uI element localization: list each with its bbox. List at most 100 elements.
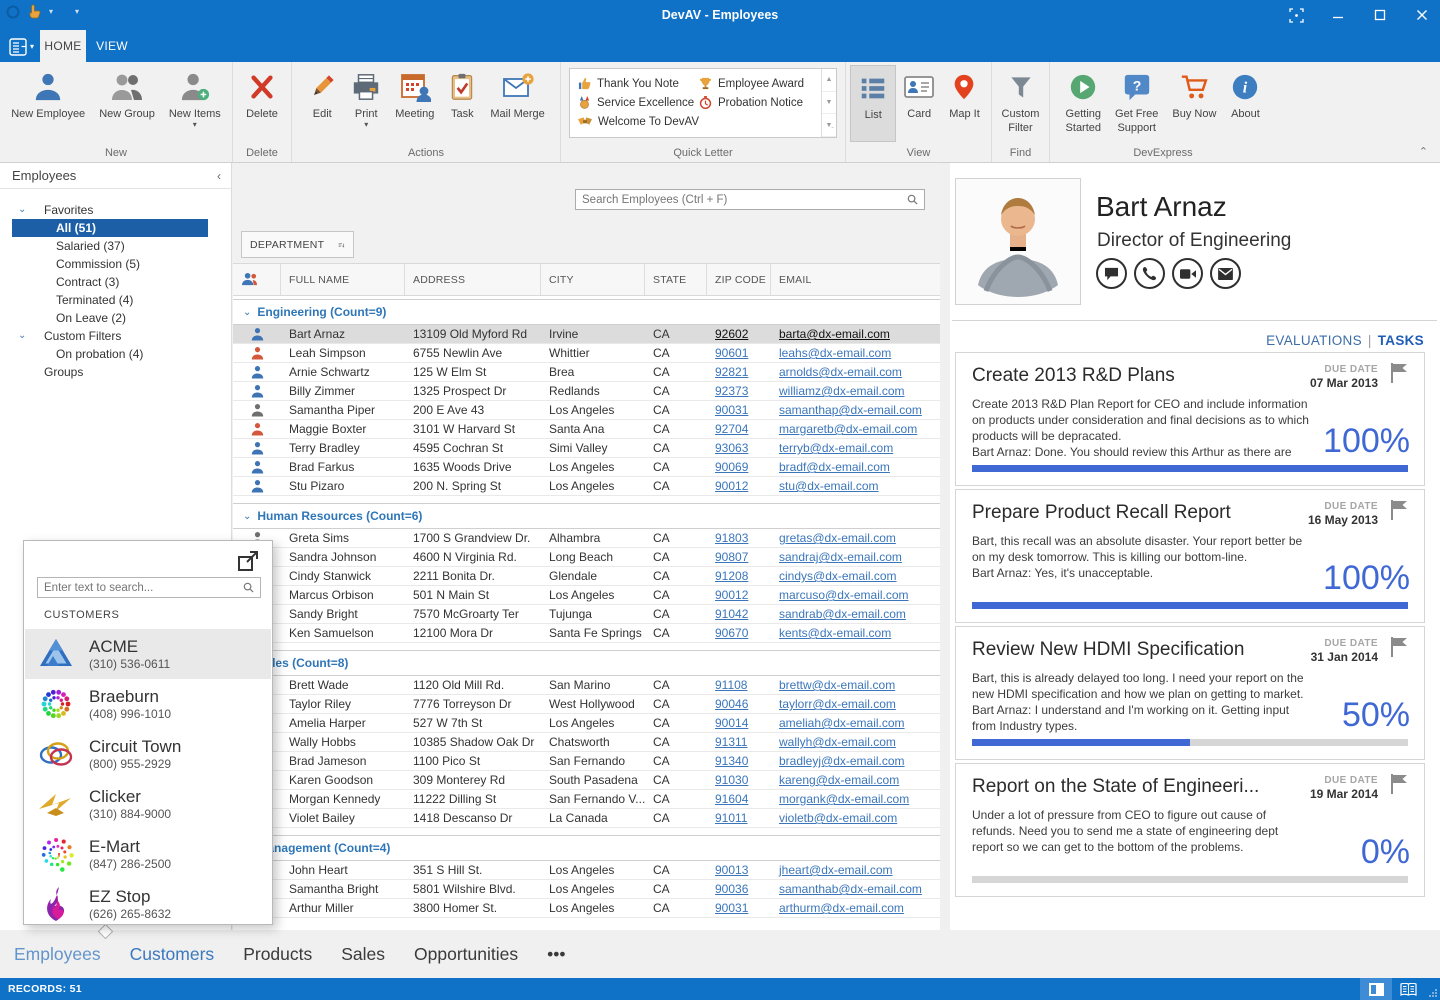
email-link[interactable]: brettw@dx-email.com: [779, 678, 895, 692]
quick-letter-item[interactable]: Probation Notice: [699, 93, 819, 112]
custom-filter-button[interactable]: Custom Filter: [995, 65, 1047, 142]
card-view-button[interactable]: Card: [896, 65, 942, 142]
search-input[interactable]: [576, 194, 901, 206]
sidebar-item-terminated-4-[interactable]: Terminated (4): [0, 291, 231, 309]
tab-tasks[interactable]: TASKS: [1378, 333, 1424, 348]
table-row[interactable]: Wally Hobbs10385 Shadow Oak DrChatsworth…: [233, 733, 940, 752]
group-row[interactable]: ⌄Human Resources (Count=6): [233, 503, 940, 529]
zip-link[interactable]: 90036: [715, 882, 748, 896]
chevron-down-icon[interactable]: ⌄: [243, 307, 251, 318]
email-link[interactable]: bradleyj@dx-email.com: [779, 754, 905, 768]
mail-merge-button[interactable]: Mail Merge: [483, 65, 551, 142]
email-link[interactable]: marcuso@dx-email.com: [779, 588, 909, 602]
chevron-down-icon[interactable]: ⌄: [243, 511, 251, 522]
module-tab-customers[interactable]: Customers: [130, 944, 215, 965]
customer-item-acme[interactable]: ACME(310) 536-0611: [25, 629, 271, 679]
zip-link[interactable]: 90012: [715, 588, 748, 602]
customer-item-braeburn[interactable]: Braeburn(408) 996-1010: [25, 679, 271, 729]
table-row[interactable]: Taylor Riley7776 Torreyson DrWest Hollyw…: [233, 695, 940, 714]
module-tab--[interactable]: •••: [547, 944, 565, 965]
module-tab-sales[interactable]: Sales: [341, 944, 385, 965]
search-icon[interactable]: [237, 582, 260, 593]
resize-grip[interactable]: [1424, 978, 1440, 1000]
table-row[interactable]: Leah Simpson6755 Newlin AveWhittierCA906…: [233, 344, 940, 363]
zip-link[interactable]: 90807: [715, 550, 748, 564]
table-row[interactable]: Karen Goodson309 Monterey RdSouth Pasade…: [233, 771, 940, 790]
flag-icon[interactable]: [1390, 636, 1410, 658]
collapse-ribbon-icon[interactable]: ⌃: [1419, 145, 1428, 158]
table-row[interactable]: Bart Arnaz13109 Old Myford RdIrvineCA926…: [233, 325, 940, 344]
email-link[interactable]: stu@dx-email.com: [779, 479, 879, 493]
quick-letter-item[interactable]: Employee Award: [699, 74, 819, 93]
sidebar-item-favorites[interactable]: ⌄Favorites: [0, 201, 231, 219]
table-row[interactable]: Maggie Boxter3101 W Harvard StSanta AnaC…: [233, 420, 940, 439]
task-card[interactable]: Review New HDMI SpecificationDUE DATE31 …: [955, 626, 1425, 760]
module-tab-opportunities[interactable]: Opportunities: [414, 944, 518, 965]
task-card[interactable]: Create 2013 R&D PlansDUE DATE07 Mar 2013…: [955, 352, 1425, 486]
zip-link[interactable]: 91340: [715, 754, 748, 768]
table-row[interactable]: Stu Pizaro200 N. Spring StLos AngelesCA9…: [233, 477, 940, 496]
people-column-icon[interactable]: [233, 264, 281, 295]
table-row[interactable]: Greta Sims1700 S Grandview Dr.AlhambraCA…: [233, 529, 940, 548]
zip-link[interactable]: 91311: [715, 735, 747, 749]
table-row[interactable]: Amelia Harper527 W 7th StLos AngelesCA90…: [233, 714, 940, 733]
email-link[interactable]: violetb@dx-email.com: [779, 811, 897, 825]
chat-button[interactable]: [1096, 258, 1127, 289]
customer-item-circuit-town[interactable]: Circuit Town(800) 955-2929: [25, 729, 271, 779]
minimize-button[interactable]: [1330, 7, 1346, 23]
group-row[interactable]: ⌄Engineering (Count=9): [233, 299, 940, 325]
email-link[interactable]: leahs@dx-email.com: [779, 346, 891, 360]
email-link[interactable]: kents@dx-email.com: [779, 626, 891, 640]
email-link[interactable]: cindys@dx-email.com: [779, 569, 897, 583]
tab-home[interactable]: HOME: [40, 30, 86, 62]
flag-icon[interactable]: [1390, 773, 1410, 795]
new-group-button[interactable]: New Group: [92, 65, 162, 142]
email-link[interactable]: bradf@dx-email.com: [779, 460, 890, 474]
flag-icon[interactable]: [1390, 362, 1410, 384]
edit-button[interactable]: Edit: [300, 65, 344, 142]
zip-link[interactable]: 92704: [715, 422, 748, 436]
table-row[interactable]: Brett Wade1120 Old Mill Rd.San MarinoCA9…: [233, 676, 940, 695]
table-row[interactable]: Arnie Schwartz125 W Elm StBreaCA92821arn…: [233, 363, 940, 382]
table-row[interactable]: Samantha Bright5801 Wilshire Blvd.Los An…: [233, 880, 940, 899]
group-row[interactable]: ⌄Management (Count=4): [233, 835, 940, 861]
quick-letter-item[interactable]: Service Excellence: [578, 93, 699, 112]
sidebar-item-groups[interactable]: Groups: [0, 363, 231, 381]
customer-search-input[interactable]: [38, 582, 237, 594]
email-link[interactable]: wallyh@dx-email.com: [779, 735, 896, 749]
table-row[interactable]: Terry Bradley4595 Cochran StSimi ValleyC…: [233, 439, 940, 458]
zip-link[interactable]: 90046: [715, 697, 748, 711]
email-link[interactable]: arthurm@dx-email.com: [779, 901, 904, 915]
column-header-full-name[interactable]: FULL NAME: [281, 264, 405, 295]
getting-started-button[interactable]: Getting Started: [1059, 65, 1108, 142]
table-row[interactable]: Arthur Miller3800 Homer St.Los AngelesCA…: [233, 899, 940, 918]
module-tab-products[interactable]: Products: [243, 944, 312, 965]
chevron-down-icon[interactable]: ⌄: [18, 201, 26, 219]
collapse-panel-icon[interactable]: ‹: [217, 163, 221, 189]
email-link[interactable]: ameliah@dx-email.com: [779, 716, 905, 730]
module-tab-employees[interactable]: Employees: [14, 944, 101, 965]
app-menu-button[interactable]: ▾: [9, 36, 39, 57]
group-row[interactable]: ⌄Sales (Count=8): [233, 650, 940, 676]
email-link[interactable]: terryb@dx-email.com: [779, 441, 893, 455]
email-link[interactable]: morgank@dx-email.com: [779, 792, 909, 806]
task-card[interactable]: Prepare Product Recall ReportDUE DATE16 …: [955, 489, 1425, 623]
zip-link[interactable]: 90031: [715, 403, 748, 417]
email-link[interactable]: jheart@dx-email.com: [779, 863, 893, 877]
email-link[interactable]: sandrab@dx-email.com: [779, 607, 906, 621]
column-header-city[interactable]: CITY: [541, 264, 645, 295]
meeting-button[interactable]: Meeting: [388, 65, 441, 142]
table-row[interactable]: Brad Farkus1635 Woods DriveLos AngelesCA…: [233, 458, 940, 477]
call-button[interactable]: [1134, 258, 1165, 289]
email-button[interactable]: [1210, 258, 1241, 289]
zip-link[interactable]: 91803: [715, 531, 748, 545]
email-link[interactable]: sandraj@dx-email.com: [779, 550, 902, 564]
zip-link[interactable]: 92821: [715, 365, 748, 379]
customer-item-ez-stop[interactable]: EZ Stop(626) 265-8632: [25, 879, 271, 925]
get-free-support-button[interactable]: ? Get Free Support: [1108, 65, 1165, 142]
video-call-button[interactable]: [1172, 258, 1203, 289]
open-in-new-window-icon[interactable]: [236, 549, 260, 573]
gallery-expand-icon[interactable]: ▼̱: [822, 114, 836, 137]
email-link[interactable]: arnolds@dx-email.com: [779, 365, 902, 379]
gallery-scrollbar[interactable]: ▲ ▼ ▼̱: [821, 69, 836, 137]
